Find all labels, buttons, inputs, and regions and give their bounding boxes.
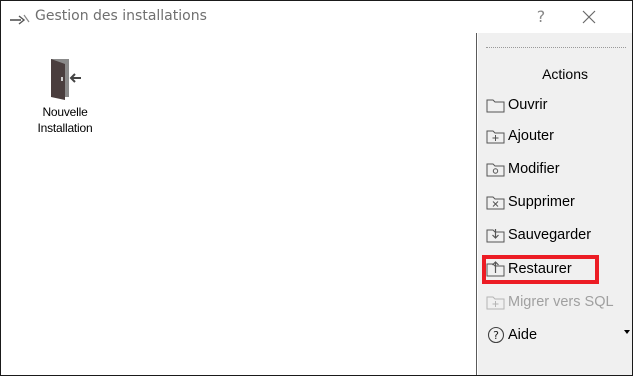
action-label: Modifier [508, 161, 560, 177]
dialog-body: Nouvelle Installation Actions Ouvrir Ajo… [1, 33, 632, 375]
folder-add-icon [486, 130, 505, 144]
action-label: Supprimer [508, 194, 575, 210]
action-label: Sauvegarder [508, 227, 592, 243]
action-label: Ouvrir [508, 97, 548, 113]
folder-save-icon [486, 229, 505, 243]
dialog-window: Gestion des installations ? Nouvelle Ins… [0, 0, 633, 376]
folder-open-icon [486, 99, 505, 113]
folder-delete-icon [486, 196, 505, 210]
action-modifier[interactable]: Modifier [486, 156, 560, 182]
action-ouvrir[interactable]: Ouvrir [486, 92, 547, 118]
help-button[interactable]: ? [529, 4, 553, 30]
folder-migrate-icon [486, 296, 505, 310]
item-label: Nouvelle Installation [37, 105, 93, 135]
installations-list[interactable]: Nouvelle Installation [1, 33, 477, 375]
door-enter-icon [51, 59, 81, 100]
svg-text:?: ? [493, 329, 499, 342]
actions-header: Actions [542, 66, 588, 82]
close-icon [582, 10, 596, 24]
chevron-down-icon[interactable] [624, 330, 630, 334]
action-label: Migrer vers SQL [508, 294, 614, 310]
action-aide[interactable]: ? Aide [486, 322, 537, 348]
action-sauvegarder[interactable]: Sauvegarder [486, 222, 591, 248]
action-ajouter[interactable]: Ajouter [486, 123, 554, 149]
title-bar[interactable]: Gestion des installations ? [1, 1, 632, 33]
actions-panel: Actions Ouvrir Ajouter Modifier Supprime… [478, 33, 632, 375]
window-title: Gestion des installations [35, 8, 207, 24]
action-label: Ajouter [508, 128, 554, 144]
action-supprimer[interactable]: Supprimer [486, 189, 575, 215]
action-migrer-vers-sql[interactable]: Migrer vers SQL [486, 289, 614, 315]
help-circle-icon: ? [487, 326, 505, 344]
folder-edit-icon [486, 163, 505, 177]
list-item-new-installation[interactable]: Nouvelle Installation [15, 55, 115, 136]
action-label: Aide [508, 327, 538, 343]
close-button[interactable] [569, 4, 609, 30]
app-icon [10, 14, 30, 25]
panel-separator [486, 47, 626, 48]
highlight-outline [482, 255, 599, 284]
